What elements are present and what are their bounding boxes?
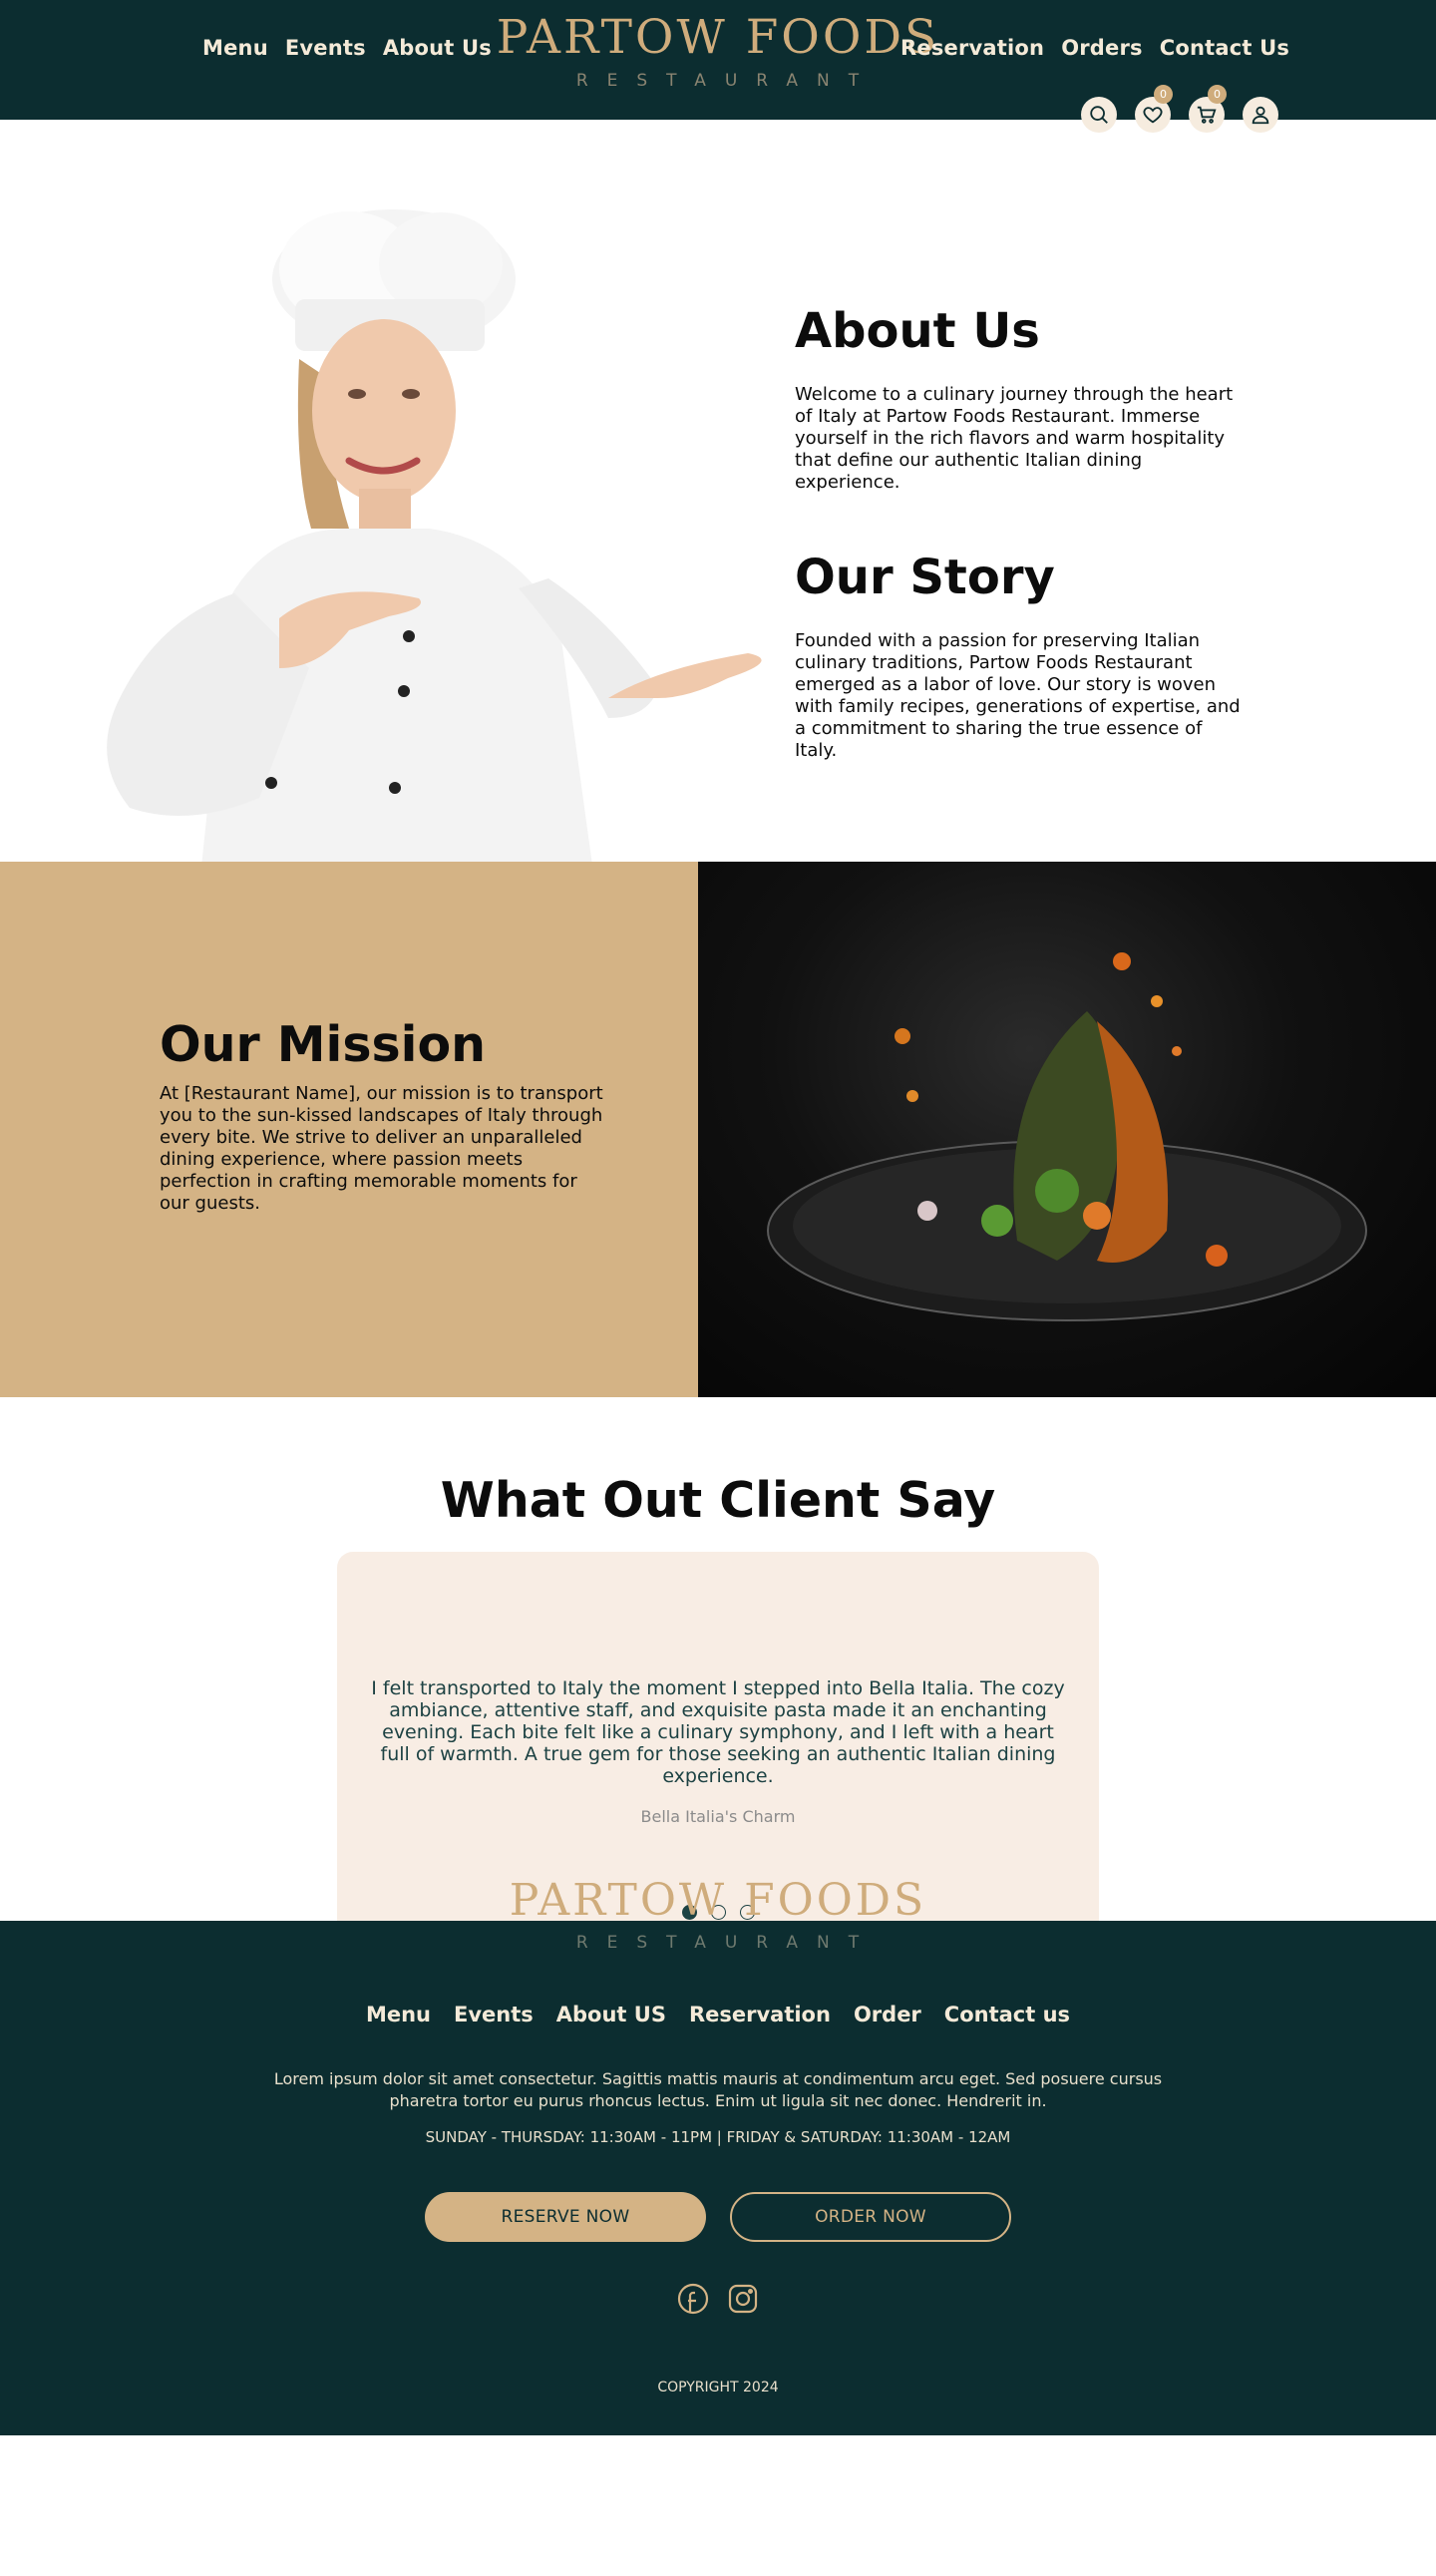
cart-count-badge: 0	[1208, 85, 1227, 104]
footer-events-link[interactable]: Events	[454, 2003, 534, 2026]
site-header: Menu Events About Us PARTOW FOODS RESTAU…	[0, 0, 1436, 133]
testimonials-heading: What Out Client Say	[440, 1472, 996, 1529]
testimonials-section: What Out Client Say I felt transported t…	[0, 1397, 1436, 1954]
footer-logo-tagline: RESTAURANT	[575, 1933, 879, 1953]
mission-heading: Our Mission	[160, 1016, 486, 1073]
social-links	[0, 2282, 1436, 2316]
story-heading: Our Story	[795, 550, 1055, 605]
footer-contact-link[interactable]: Contact us	[944, 2003, 1070, 2026]
nav-reservation-link[interactable]: Reservation	[900, 36, 1044, 60]
site-footer: PARTOW FOODS RESTAURANT Menu Events Abou…	[0, 1879, 1436, 2435]
dish-illustration	[767, 952, 1367, 1321]
footer-description: Lorem ipsum dolor sit amet consectetur. …	[273, 2069, 1163, 2110]
footer-about-link[interactable]: About US	[556, 2003, 666, 2026]
footer-nav: Menu Events About US Reservation Order C…	[0, 2003, 1436, 2026]
order-now-button[interactable]: ORDER NOW	[730, 2192, 1011, 2242]
footer-logo-wordmark: PARTOW FOODS	[509, 1875, 927, 1926]
opening-hours: SUNDAY - THURSDAY: 11:30AM - 11PM | FRID…	[425, 2128, 1011, 2146]
mission-section: Our Mission At [Restaurant Name], our mi…	[0, 862, 1436, 1397]
footer-cta-group: RESERVE NOW ORDER NOW	[0, 2192, 1436, 2242]
primary-nav-right: Reservation Orders Contact Us	[900, 36, 1289, 60]
dish-photo	[698, 862, 1436, 1397]
reserve-now-button[interactable]: RESERVE NOW	[425, 2192, 706, 2242]
footer-order-link[interactable]: Order	[854, 2003, 921, 2026]
footer-logo[interactable]: PARTOW FOODS RESTAURANT	[0, 1875, 1436, 1954]
instagram-icon[interactable]	[726, 2282, 760, 2316]
copyright: COPYRIGHT 2024	[657, 2380, 779, 2395]
nav-contact-link[interactable]: Contact Us	[1160, 36, 1289, 60]
wishlist-count-badge: 0	[1154, 85, 1173, 104]
about-section: About Us Welcome to a culinary journey t…	[0, 120, 1436, 981]
story-paragraph: Founded with a passion for preserving It…	[795, 630, 1241, 761]
about-paragraph: Welcome to a culinary journey through th…	[795, 384, 1234, 493]
testimonial-quote: I felt transported to Italy the moment I…	[371, 1677, 1065, 1787]
facebook-icon[interactable]	[676, 2282, 710, 2316]
footer-reservation-link[interactable]: Reservation	[689, 2003, 831, 2026]
about-heading: About Us	[795, 303, 1040, 359]
nav-orders-link[interactable]: Orders	[1061, 36, 1143, 60]
footer-menu-link[interactable]: Menu	[366, 2003, 431, 2026]
mission-paragraph: At [Restaurant Name], our mission is to …	[160, 1083, 603, 1214]
mission-text-panel: Our Mission At [Restaurant Name], our mi…	[0, 862, 698, 1397]
testimonial-author: Bella Italia's Charm	[640, 1807, 796, 1826]
